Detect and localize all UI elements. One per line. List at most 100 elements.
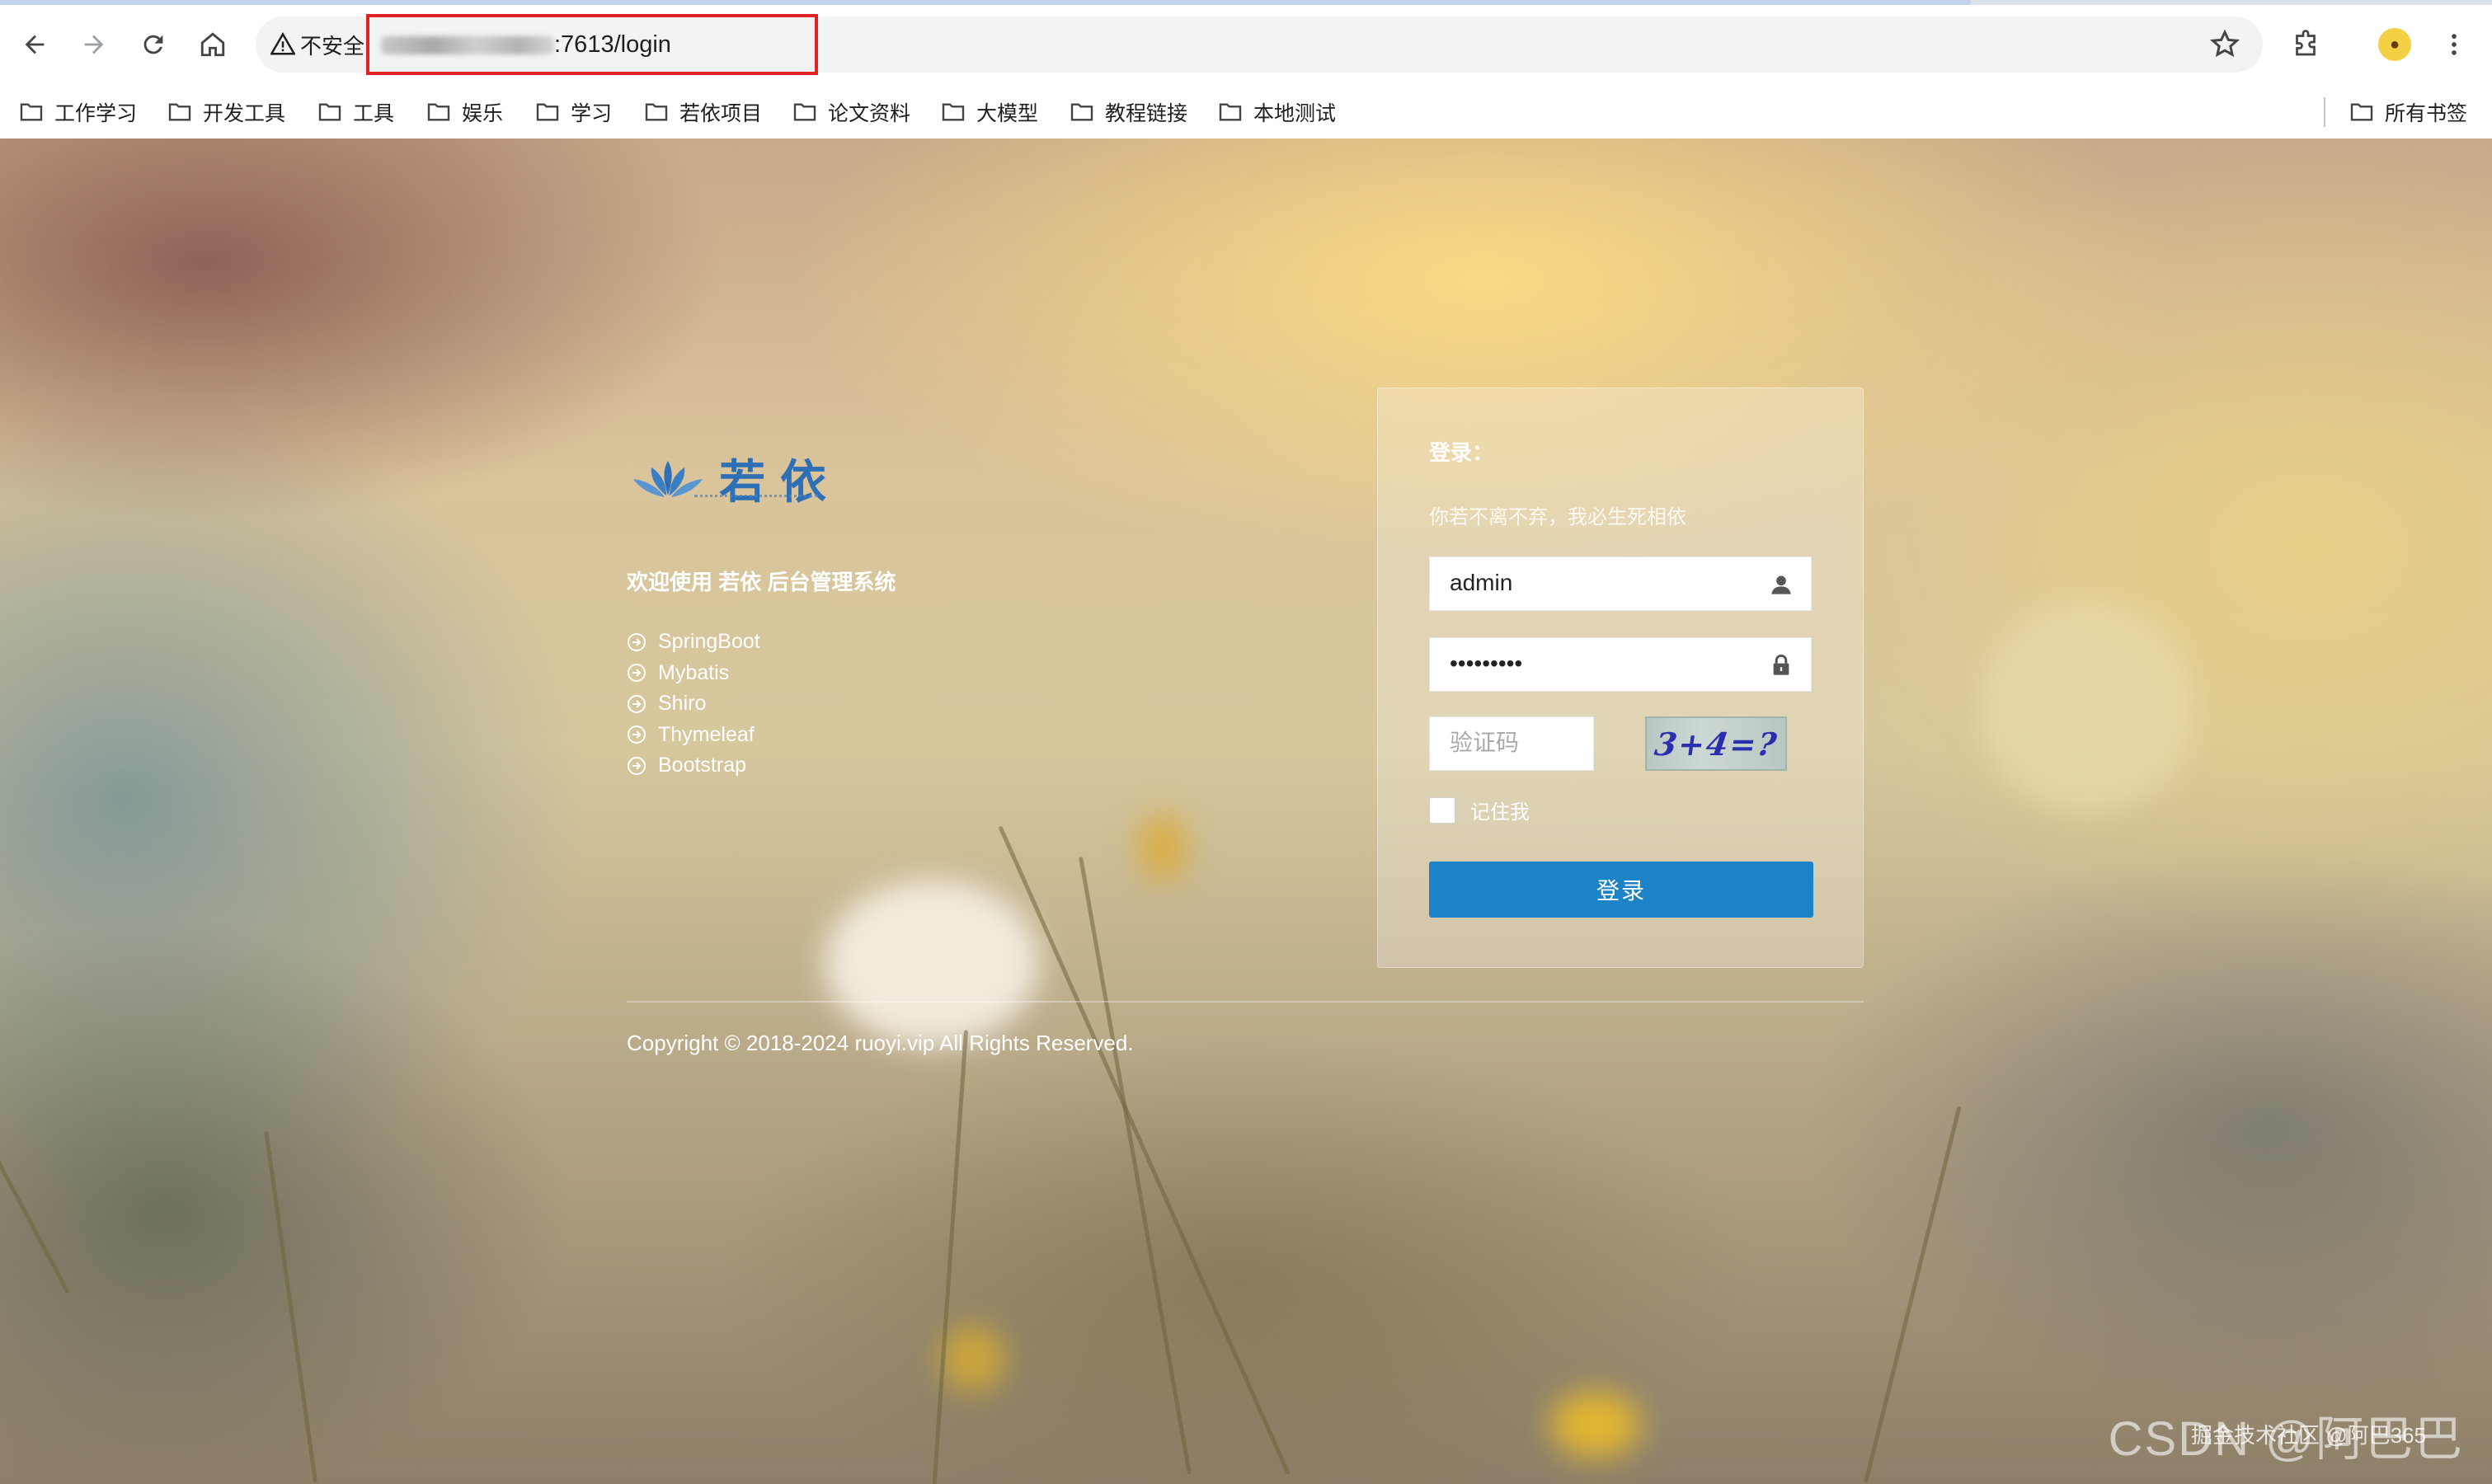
grass-stem <box>998 825 1291 1476</box>
list-item: Mybatis <box>627 658 760 689</box>
bookmark-folder[interactable]: 论文资料 <box>792 86 910 139</box>
grass-stem <box>0 782 70 1294</box>
home-button[interactable] <box>190 21 236 68</box>
bookmark-folder[interactable]: 大模型 <box>940 86 1038 139</box>
tech-label: Mybatis <box>658 660 730 684</box>
bookmark-star-icon[interactable] <box>2208 28 2241 61</box>
list-item: Thymeleaf <box>627 720 760 751</box>
dandelion-bloom <box>825 881 1039 1045</box>
user-icon <box>1771 575 1791 594</box>
all-bookmarks-label: 所有书签 <box>2385 102 2468 125</box>
bookmarks-divider <box>2324 97 2325 127</box>
remember-checkbox[interactable] <box>1429 796 1455 824</box>
login-button[interactable]: 登录 <box>1429 862 1813 918</box>
tech-label: Thymeleaf <box>658 722 755 746</box>
bookmark-label: 若依项目 <box>679 102 763 125</box>
grass-stem <box>1079 857 1192 1475</box>
bookmark-label: 学习 <box>571 102 613 125</box>
bookmark-folder[interactable]: 开发工具 <box>167 86 285 139</box>
login-subtitle: 你若不离不弃，我必生死相依 <box>1429 506 1686 528</box>
logo-tagline-decoration <box>694 495 818 502</box>
active-tab-indicator <box>0 0 1971 5</box>
captcha-field[interactable] <box>1429 716 1598 771</box>
bookmark-folder[interactable]: 工具 <box>317 86 394 139</box>
grass-stem <box>932 1030 969 1484</box>
bookmark-folder[interactable]: 学习 <box>534 86 612 139</box>
grass-stem <box>1864 1106 1962 1483</box>
browser-toolbar: 不安全 :7613/login ● <box>0 0 2492 86</box>
circle-arrow-right-icon <box>628 632 646 651</box>
bookmark-folder[interactable]: 若依项目 <box>643 86 762 139</box>
remember-me[interactable]: 记住我 <box>1429 796 1530 824</box>
folder-icon <box>645 103 668 121</box>
folder-icon <box>318 103 341 121</box>
back-button[interactable] <box>12 21 58 68</box>
captcha-input[interactable] <box>1430 717 1598 768</box>
grass-stem <box>264 1130 317 1483</box>
forward-button[interactable] <box>71 21 117 68</box>
bookmarks-bar: 工作学习 开发工具 工具 娱乐 学习 若依项目 论文资料 大模型 教程链接 本地… <box>0 86 2492 139</box>
blurred-host <box>381 36 554 54</box>
circle-arrow-right-icon <box>628 664 646 683</box>
folder-icon <box>20 103 43 121</box>
bookmark-label: 工作学习 <box>54 102 138 125</box>
profile-button[interactable]: ● <box>2370 20 2419 69</box>
bookmark-label: 教程链接 <box>1105 102 1188 125</box>
bookmark-folder[interactable]: 本地测试 <box>1217 86 1336 139</box>
captcha-image[interactable]: 3+4=? <box>1645 716 1787 771</box>
bookmark-folder[interactable]: 娱乐 <box>426 86 503 139</box>
tab-strip <box>0 0 2492 5</box>
folder-icon <box>1219 103 1242 121</box>
bookmark-folder[interactable]: 工作学习 <box>18 86 137 139</box>
login-panel: 登录： 你若不离不弃，我必生死相依 3+4=? 记住我 登录 <box>1377 387 1864 968</box>
menu-button[interactable] <box>2429 20 2479 69</box>
remember-label: 记住我 <box>1470 801 1530 824</box>
folder-icon <box>168 103 191 121</box>
bookmark-label: 娱乐 <box>462 102 504 125</box>
username-input[interactable] <box>1430 557 1763 608</box>
folder-icon <box>942 103 965 121</box>
more-vert-icon <box>2452 34 2457 55</box>
yellow-flower <box>940 1326 1006 1392</box>
folder-icon <box>536 103 559 121</box>
folder-icon <box>2350 103 2373 121</box>
security-label: 不安全 <box>300 33 365 59</box>
username-field[interactable] <box>1429 556 1812 611</box>
password-field[interactable] <box>1429 637 1812 692</box>
bookmark-label: 开发工具 <box>203 102 286 125</box>
tech-label: SpringBoot <box>658 630 760 654</box>
bookmark-label: 大模型 <box>976 102 1039 125</box>
watermark: CSDN @阿巴巴 <box>2108 1412 2464 1466</box>
welcome-heading: 欢迎使用 若依 后台管理系统 <box>627 570 896 594</box>
bookmark-label: 论文资料 <box>828 102 911 125</box>
tech-label: Shiro <box>658 692 707 716</box>
arrow-right-icon <box>84 35 104 54</box>
home-icon <box>200 32 225 57</box>
login-page: 若依 欢迎使用 若依 后台管理系统 SpringBoot Mybatis Shi… <box>0 139 2492 1484</box>
captcha-text: 3+4=? <box>1652 725 1780 763</box>
avatar: ● <box>2378 28 2411 61</box>
list-item: Shiro <box>627 688 760 720</box>
yellow-flower <box>1550 1392 1641 1458</box>
list-item: SpringBoot <box>627 627 760 658</box>
tech-label: Bootstrap <box>658 754 747 777</box>
puzzle-icon <box>2296 30 2316 56</box>
bookmark-folder[interactable]: 教程链接 <box>1069 86 1187 139</box>
folder-icon <box>793 103 816 121</box>
security-indicator[interactable]: 不安全 <box>270 16 364 73</box>
folder-icon <box>427 103 450 121</box>
address-bar[interactable]: 不安全 :7613/login <box>256 14 2263 75</box>
extensions-button[interactable] <box>2281 20 2330 69</box>
bookmark-label: 本地测试 <box>1253 102 1337 125</box>
footer-divider <box>627 1001 1864 1003</box>
circle-arrow-right-icon <box>628 694 646 713</box>
all-bookmarks-folder[interactable]: 所有书签 <box>2349 86 2467 139</box>
tech-stack-list: SpringBoot Mybatis Shiro Thymeleaf Boots… <box>627 627 760 782</box>
reload-button[interactable] <box>130 21 176 68</box>
password-input[interactable] <box>1430 638 1763 689</box>
login-title: 登录： <box>1429 440 1494 465</box>
warning-icon <box>270 32 295 55</box>
url-text[interactable]: :7613/login <box>554 16 671 73</box>
lock-icon <box>1773 654 1789 675</box>
arrow-left-icon <box>25 35 45 54</box>
